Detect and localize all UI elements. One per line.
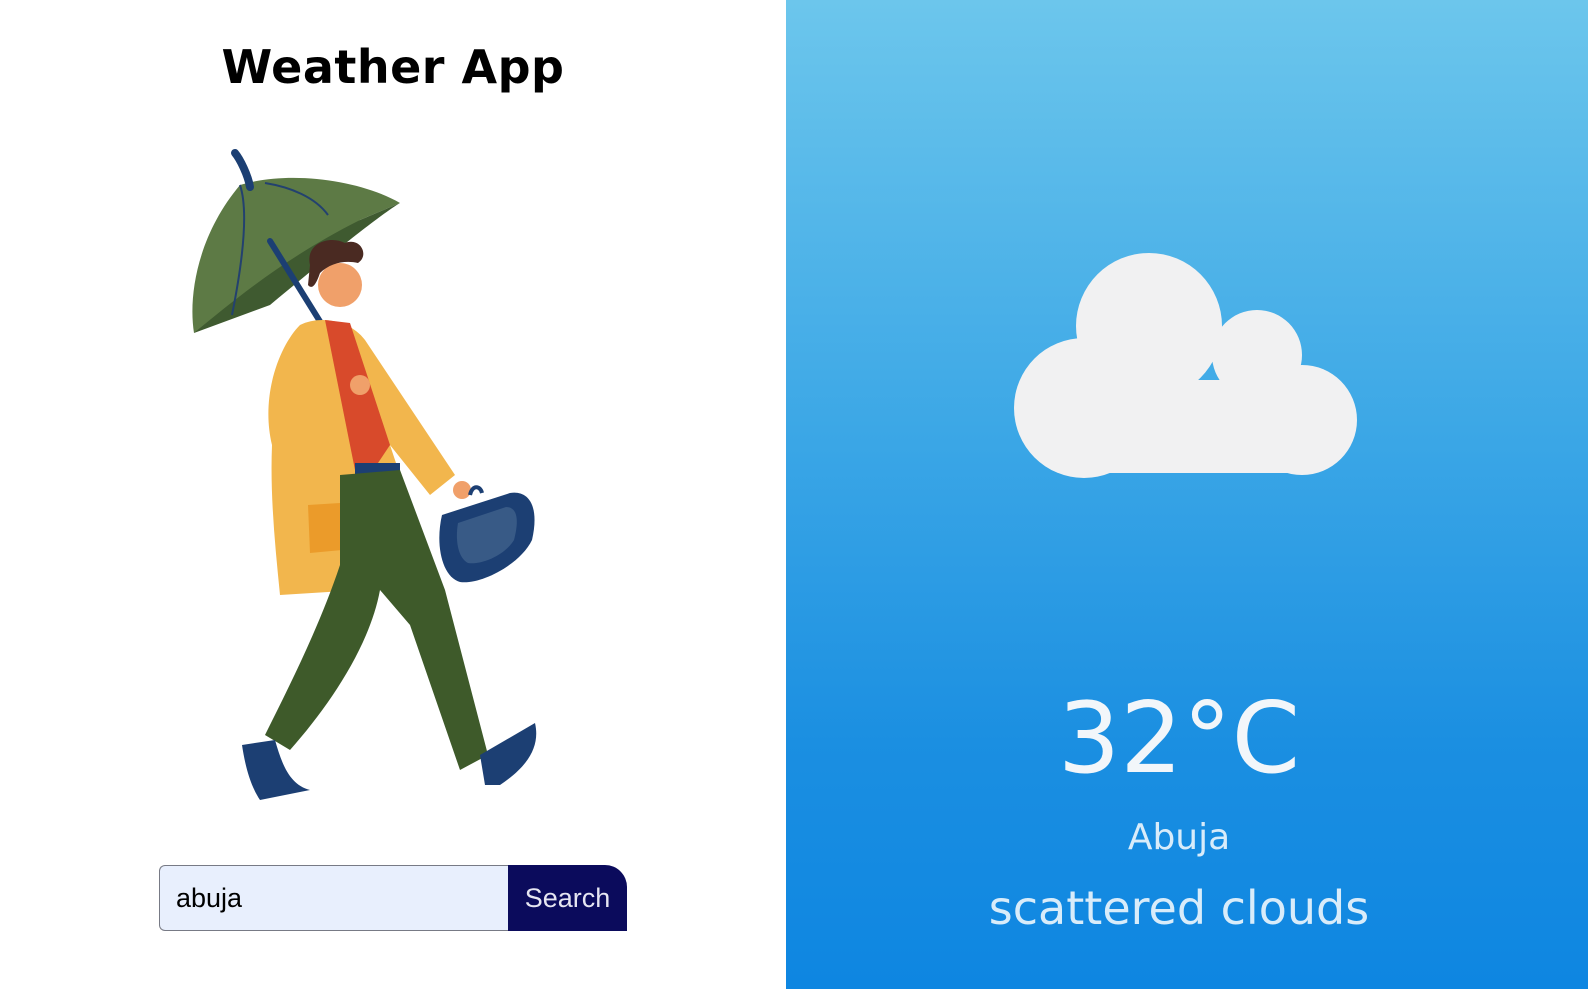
app-title: Weather App	[221, 40, 565, 94]
weather-panel: 32°C Abuja scattered clouds	[786, 0, 1588, 989]
cloud-icon	[1014, 253, 1357, 478]
search-form: Search	[159, 865, 627, 931]
temperature-value: 32°C	[1057, 682, 1301, 796]
city-name: Abuja	[1127, 817, 1231, 858]
weather-description: scattered clouds	[988, 881, 1370, 935]
person-with-umbrella-illustration	[192, 149, 537, 800]
search-panel: Weather App abuja Search	[0, 0, 786, 989]
weather-app: Weather App abuja Search 32°C Abuja scat…	[0, 0, 1588, 989]
search-button[interactable]: Search	[508, 865, 627, 931]
search-input[interactable]	[159, 865, 508, 931]
